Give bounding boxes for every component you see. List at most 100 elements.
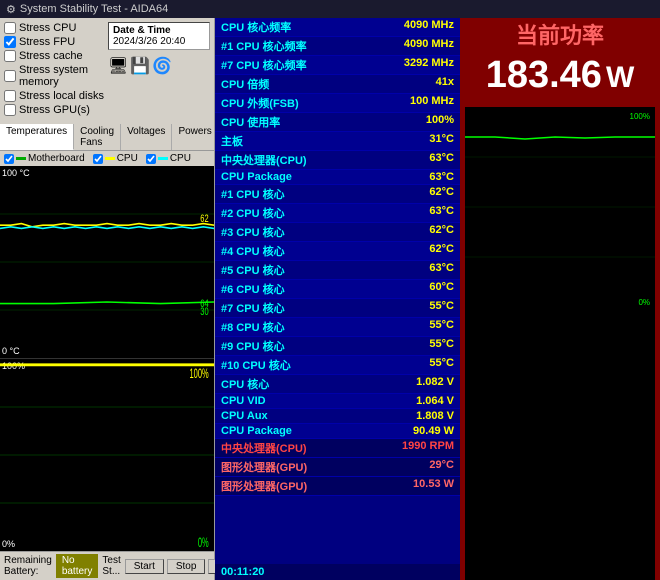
label-cpu-fan: 中央处理器(CPU) (221, 440, 307, 456)
stress-disks-label: Stress local disks (19, 90, 104, 102)
stress-cpu-row[interactable]: Stress CPU (4, 22, 106, 34)
val-cpu-temp: 63°C (429, 152, 454, 168)
left-panel: Stress CPU Stress FPU Stress cache Stres… (0, 18, 215, 580)
val-cpu-freq: 4090 MHz (404, 19, 454, 35)
right-chart-svg: 100% 0% (465, 107, 655, 307)
row-cpu-mult: CPU 倍频 41x (215, 75, 460, 94)
legend-cpu1-dot (105, 157, 115, 160)
label-core7-temp: #7 CPU 核心 (221, 300, 285, 316)
hw-icons: 🖥 💾 🌀 (108, 56, 210, 76)
stress-cache-row[interactable]: Stress cache (4, 50, 106, 62)
title-bar: ⚙ System Stability Test - AIDA64 (0, 0, 660, 18)
val-mb-temp: 31°C (429, 133, 454, 149)
fan-icon: 🌀 (152, 56, 172, 76)
label-cpu-mult: CPU 倍频 (221, 76, 269, 92)
row-core7-temp: #7 CPU 核心 55°C (215, 299, 460, 318)
title-icon: ⚙ (6, 3, 16, 16)
svg-text:100%: 100% (190, 367, 209, 382)
label-cpu-aux: CPU Aux (221, 410, 268, 422)
stress-disks-row[interactable]: Stress local disks (4, 90, 106, 102)
val-core6-temp: 60°C (429, 281, 454, 297)
row-core5-temp: #5 CPU 核心 63°C (215, 261, 460, 280)
tab-cooling-fans[interactable]: Cooling Fans (74, 124, 121, 150)
val-core9-temp: 55°C (429, 338, 454, 354)
val-cpu-aux: 1.808 V (416, 410, 454, 422)
label-core3-temp: #3 CPU 核心 (221, 224, 285, 240)
data-table: CPU 核心频率 4090 MHz #1 CPU 核心频率 4090 MHz #… (215, 18, 460, 564)
start-button[interactable]: Start (125, 559, 164, 574)
stress-cache-checkbox[interactable] (4, 50, 16, 62)
label-cpu-temp: 中央处理器(CPU) (221, 152, 307, 168)
stop-button[interactable]: Stop (167, 559, 206, 574)
stress-disks-checkbox[interactable] (4, 90, 16, 102)
legend-cpu2-dot (158, 157, 168, 160)
label-cpu1-freq: #1 CPU 核心频率 (221, 38, 307, 54)
label-cpu-freq: CPU 核心频率 (221, 19, 291, 35)
cpu-icon: 🖥 (108, 56, 128, 76)
row-cpu-pkg-temp: CPU Package 63°C (215, 170, 460, 185)
stress-options-area: Stress CPU Stress FPU Stress cache Stres… (0, 18, 214, 124)
power-label: 当前功率 (516, 18, 604, 50)
tab-voltages[interactable]: Voltages (121, 124, 172, 150)
test-status-label: Test St... (102, 555, 120, 577)
legend-cpu1-check[interactable] (93, 154, 103, 164)
tab-powers[interactable]: Powers (172, 124, 218, 150)
label-cpu7-freq: #7 CPU 核心频率 (221, 57, 307, 73)
label-core8-temp: #8 CPU 核心 (221, 319, 285, 335)
val-core4-temp: 62°C (429, 243, 454, 259)
row-cpu-aux: CPU Aux 1.808 V (215, 409, 460, 424)
datetime-value: 2024/3/26 20:40 (113, 36, 205, 47)
label-core4-temp: #4 CPU 核心 (221, 243, 285, 259)
stress-gpu-label: Stress GPU(s) (19, 104, 90, 116)
stress-fpu-label: Stress FPU (19, 36, 75, 48)
legend-mb-check[interactable] (4, 154, 14, 164)
legend-cpu2-check[interactable] (146, 154, 156, 164)
label-core9-temp: #9 CPU 核心 (221, 338, 285, 354)
stress-fpu-row[interactable]: Stress FPU (4, 36, 106, 48)
chart-area: Motherboard CPU CPU 100 °C 0 °C (0, 151, 214, 551)
stress-memory-row[interactable]: Stress system memory (4, 64, 106, 88)
stress-cpu-checkbox[interactable] (4, 22, 16, 34)
center-bottom: 00:11:20 (215, 564, 460, 580)
stress-cpu-label: Stress CPU (19, 22, 76, 34)
row-core8-temp: #8 CPU 核心 55°C (215, 318, 460, 337)
row-gpu-power: 图形处理器(GPU) 10.53 W (215, 477, 460, 496)
stress-fpu-checkbox[interactable] (4, 36, 16, 48)
row-cpu-freq: CPU 核心频率 4090 MHz (215, 18, 460, 37)
label-core6-temp: #6 CPU 核心 (221, 281, 285, 297)
val-cpu-vcore: 1.082 V (416, 376, 454, 392)
row-mb-temp: 主板 31°C (215, 132, 460, 151)
label-core10-temp: #10 CPU 核心 (221, 357, 291, 373)
val-gpu-temp: 29°C (429, 459, 454, 475)
legend-cpu2-label: CPU (170, 153, 191, 164)
chart-top: 100 °C 0 °C 62 (0, 166, 214, 359)
val-core1-temp: 62°C (429, 186, 454, 202)
row-core10-temp: #10 CPU 核心 55°C (215, 356, 460, 375)
power-display: 183.46 W (486, 54, 635, 97)
tabs-row: Temperatures Cooling Fans Voltages Power… (0, 124, 214, 151)
val-cpu-usage: 100% (426, 114, 454, 130)
row-cpu-fsb: CPU 外频(FSB) 100 MHz (215, 94, 460, 113)
stress-cache-label: Stress cache (19, 50, 83, 62)
stress-col-left: Stress CPU Stress FPU Stress cache Stres… (4, 22, 106, 116)
val-core8-temp: 55°C (429, 319, 454, 335)
datetime-label: Date & Time (113, 25, 205, 36)
stress-gpu-row[interactable]: Stress GPU(s) (4, 104, 106, 116)
stress-col-right: Date & Time 2024/3/26 20:40 🖥 💾 🌀 (108, 22, 210, 116)
val-core10-temp: 55°C (429, 357, 454, 373)
label-core2-temp: #2 CPU 核心 (221, 205, 285, 221)
elapsed-time: 00:11:20 (221, 566, 264, 578)
tab-temperatures[interactable]: Temperatures (0, 124, 74, 150)
stress-memory-checkbox[interactable] (4, 70, 16, 82)
stress-section: Stress CPU Stress FPU Stress cache Stres… (4, 22, 210, 116)
stress-memory-label: Stress system memory (19, 64, 106, 88)
row-cpu7-freq: #7 CPU 核心频率 3292 MHz (215, 56, 460, 75)
chart-bottom: 100% 0% 100% 0% (0, 359, 214, 551)
datetime-box: Date & Time 2024/3/26 20:40 (108, 22, 210, 50)
label-cpu-usage: CPU 使用率 (221, 114, 280, 130)
val-cpu-mult: 41x (436, 76, 454, 92)
val-cpu-pkg-power: 90.49 W (413, 425, 454, 437)
battery-label: Remaining Battery: (4, 555, 52, 577)
bottom-bar: Remaining Battery: No battery Test St...… (0, 551, 214, 580)
stress-gpu-checkbox[interactable] (4, 104, 16, 116)
